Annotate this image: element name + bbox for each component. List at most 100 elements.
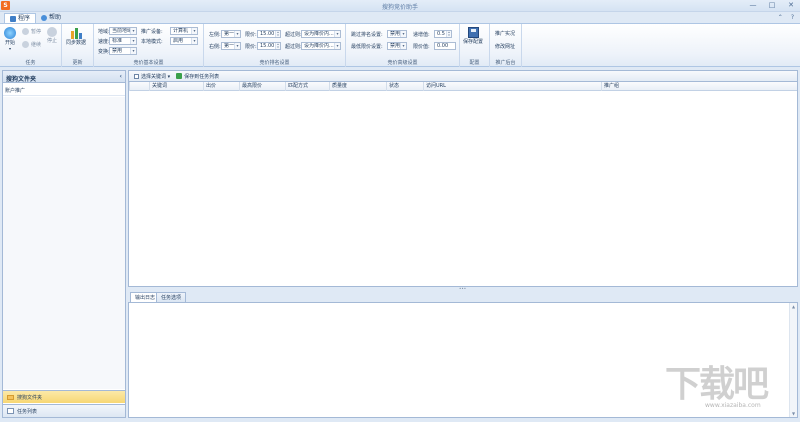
grid-col-match-type[interactable]: 匹配方式 (285, 82, 329, 91)
lowest-price-label: 最低限价设置: (351, 44, 383, 50)
start-button[interactable]: 开始 ▾ (4, 27, 16, 51)
resume-icon (22, 41, 29, 48)
proxy-select[interactable]: 禁用 ▾ (109, 47, 137, 55)
ribbon: 开始 ▾ 暂停 继续 停止 任务 同步数据 更新 地域: 当前地域 ▾ 速度: … (0, 23, 800, 67)
resume-button[interactable]: 继续 (22, 41, 41, 48)
limit-price-left-value: 15.00 (260, 31, 275, 37)
spinner-arrows-icon: ▴ ▾ (275, 43, 280, 49)
floppy-disk-icon (467, 27, 479, 38)
grid-col-keyword[interactable]: 关键词 (149, 82, 203, 91)
region-select[interactable]: 当前地域 ▾ (109, 27, 137, 35)
select-keywords-button[interactable]: 选择关键词 ▾ (134, 73, 170, 80)
pause-icon (22, 28, 29, 35)
group-update: 同步数据 更新 (62, 24, 94, 67)
increment-input[interactable]: 0.5 ▴ ▾ (434, 30, 452, 38)
grid-header: 关键词 出价 最高限价 匹配方式 质量度 状态 访问URL 推广组 (129, 82, 797, 91)
exceed-left-select[interactable]: 设为降价内... ▾ (301, 30, 341, 38)
sync-data-button[interactable]: 同步数据 (66, 27, 86, 46)
local-mode-label: 本地模式: (141, 39, 163, 45)
help-tab-icon (41, 15, 47, 21)
grid-col-url[interactable]: 访问URL (423, 82, 601, 91)
keyword-toolbar: 选择关键词 ▾ 保存到任务列表 (128, 70, 798, 82)
promo-live-button[interactable]: 推广实况 (495, 30, 515, 37)
exceed-right-select[interactable]: 设为降价内... ▾ (301, 42, 341, 50)
sync-data-label: 同步数据 (66, 40, 87, 46)
select-keywords-label: 选择关键词 ▾ (141, 73, 171, 80)
program-icon (10, 15, 16, 22)
device-value: 计算机 (173, 28, 189, 34)
left-panel: 搜狗文件夹 ‹ 账户推广 搜狗文件夹 任务列表 (2, 70, 126, 418)
resume-label: 继续 (31, 42, 42, 48)
group-update-label: 更新 (72, 60, 83, 66)
grid-col-bid[interactable]: 出价 (203, 82, 239, 91)
grid-col-status[interactable]: 状态 (386, 82, 423, 91)
exceed-left-value: 设为降价内... (304, 31, 334, 37)
save-to-tasklist-button[interactable]: 保存到任务列表 (176, 73, 219, 80)
nav-sogou-folder[interactable]: 搜狗文件夹 (3, 390, 125, 403)
collapse-panel-icon[interactable]: ‹ (120, 73, 122, 80)
grid-col-ad-group[interactable]: 推广组 (601, 82, 797, 91)
nav-task-list-label: 任务列表 (17, 408, 38, 415)
edit-url-button[interactable]: 修改网址 (495, 43, 515, 50)
save-icon (176, 73, 183, 79)
right-rank-select[interactable]: 第一 ▾ (221, 42, 241, 50)
checkbox-icon (134, 73, 139, 79)
horizontal-splitter[interactable]: ••• (128, 287, 798, 291)
spinner-arrows-icon: ▴ ▾ (275, 31, 280, 37)
tree-item-account-promo[interactable]: 账户推广 (3, 84, 125, 96)
lowest-price-select[interactable]: 禁用 ▾ (387, 42, 407, 50)
skip-rank-select[interactable]: 禁用 ▾ (387, 30, 407, 38)
right-rank-value: 第一 (224, 43, 235, 49)
log-scrollbar[interactable]: ▲ ▼ (789, 303, 797, 417)
collapse-ribbon-icon[interactable]: ⌃ (778, 14, 783, 21)
exceed-right-value: 设为降价内... (304, 43, 334, 49)
region-label: 地域: (98, 29, 110, 35)
left-panel-header: 搜狗文件夹 ‹ (3, 71, 125, 83)
tab-program[interactable]: 程序 (4, 13, 37, 23)
window-title: 搜狗竞价助手 (381, 4, 418, 11)
minimize-button[interactable]: — (748, 1, 758, 10)
save-config-button[interactable]: 保存配置 (463, 27, 483, 45)
limit-price-right-input[interactable]: 15.00 ▴ ▾ (257, 42, 281, 50)
stop-button[interactable]: 停止 (47, 27, 57, 44)
help-icon[interactable]: ? (791, 14, 794, 21)
pause-label: 暂停 (31, 29, 42, 35)
ribbon-tab-row: 程序 帮助 ⌃ ? (0, 12, 800, 23)
tab-help[interactable]: 帮助 (36, 13, 66, 23)
grid-col-quality[interactable]: 质量度 (329, 82, 386, 91)
group-config-label: 配置 (469, 60, 480, 66)
left-rank-select[interactable]: 第一 ▾ (221, 30, 241, 38)
group-promo-backend: 推广实况 修改网址 推广后台 (490, 24, 522, 67)
floor-price-input[interactable]: 0.00 (434, 42, 456, 50)
chevron-down-icon: ▾ (130, 38, 136, 44)
limit-price-left-label: 限价: (245, 32, 257, 38)
close-button[interactable]: ✕ (786, 1, 796, 10)
maximize-button[interactable]: □ (767, 1, 777, 10)
left-panel-title: 搜狗文件夹 (6, 76, 37, 83)
local-mode-select[interactable]: 启用 ▾ (170, 37, 198, 45)
local-mode-value: 启用 (173, 38, 184, 44)
device-select[interactable]: 计算机 ▾ (170, 27, 198, 35)
save-to-tasklist-label: 保存到任务列表 (184, 73, 220, 80)
keyword-grid[interactable]: 关键词 出价 最高限价 匹配方式 质量度 状态 访问URL 推广组 (128, 82, 798, 287)
scroll-down-icon[interactable]: ▼ (790, 410, 797, 417)
group-rank-label: 竞价排名设置 (259, 60, 290, 66)
group-basic-settings: 地域: 当前地域 ▾ 速度: 标准 ▾ 变换: 禁用 ▾ 推广设备: 计算机 ▾ 本地模… (94, 24, 204, 67)
speed-select[interactable]: 标准 ▾ (109, 37, 137, 45)
pause-button[interactable]: 暂停 (22, 28, 41, 35)
limit-price-left-input[interactable]: 15.00 ▴ ▾ (257, 30, 281, 38)
list-icon (7, 408, 14, 414)
exceed-left-label: 超过则: (285, 32, 302, 38)
nav-task-list[interactable]: 任务列表 (3, 404, 125, 417)
chevron-down-icon: ▾ (191, 28, 197, 34)
watermark-url: www.xiazaiba.com (705, 402, 761, 409)
save-config-label: 保存配置 (463, 39, 484, 45)
group-basic-label: 竞价基本设置 (133, 60, 164, 66)
proxy-value: 禁用 (112, 48, 123, 54)
grid-col-max-price[interactable]: 最高限价 (239, 82, 285, 91)
grid-header-rownum (129, 82, 149, 91)
skip-rank-label: 跳过排名设置: (351, 32, 383, 38)
floor-price-value: 0.00 (437, 43, 449, 49)
left-rank-label: 左侧: (209, 32, 221, 38)
scroll-up-icon[interactable]: ▲ (790, 303, 797, 310)
